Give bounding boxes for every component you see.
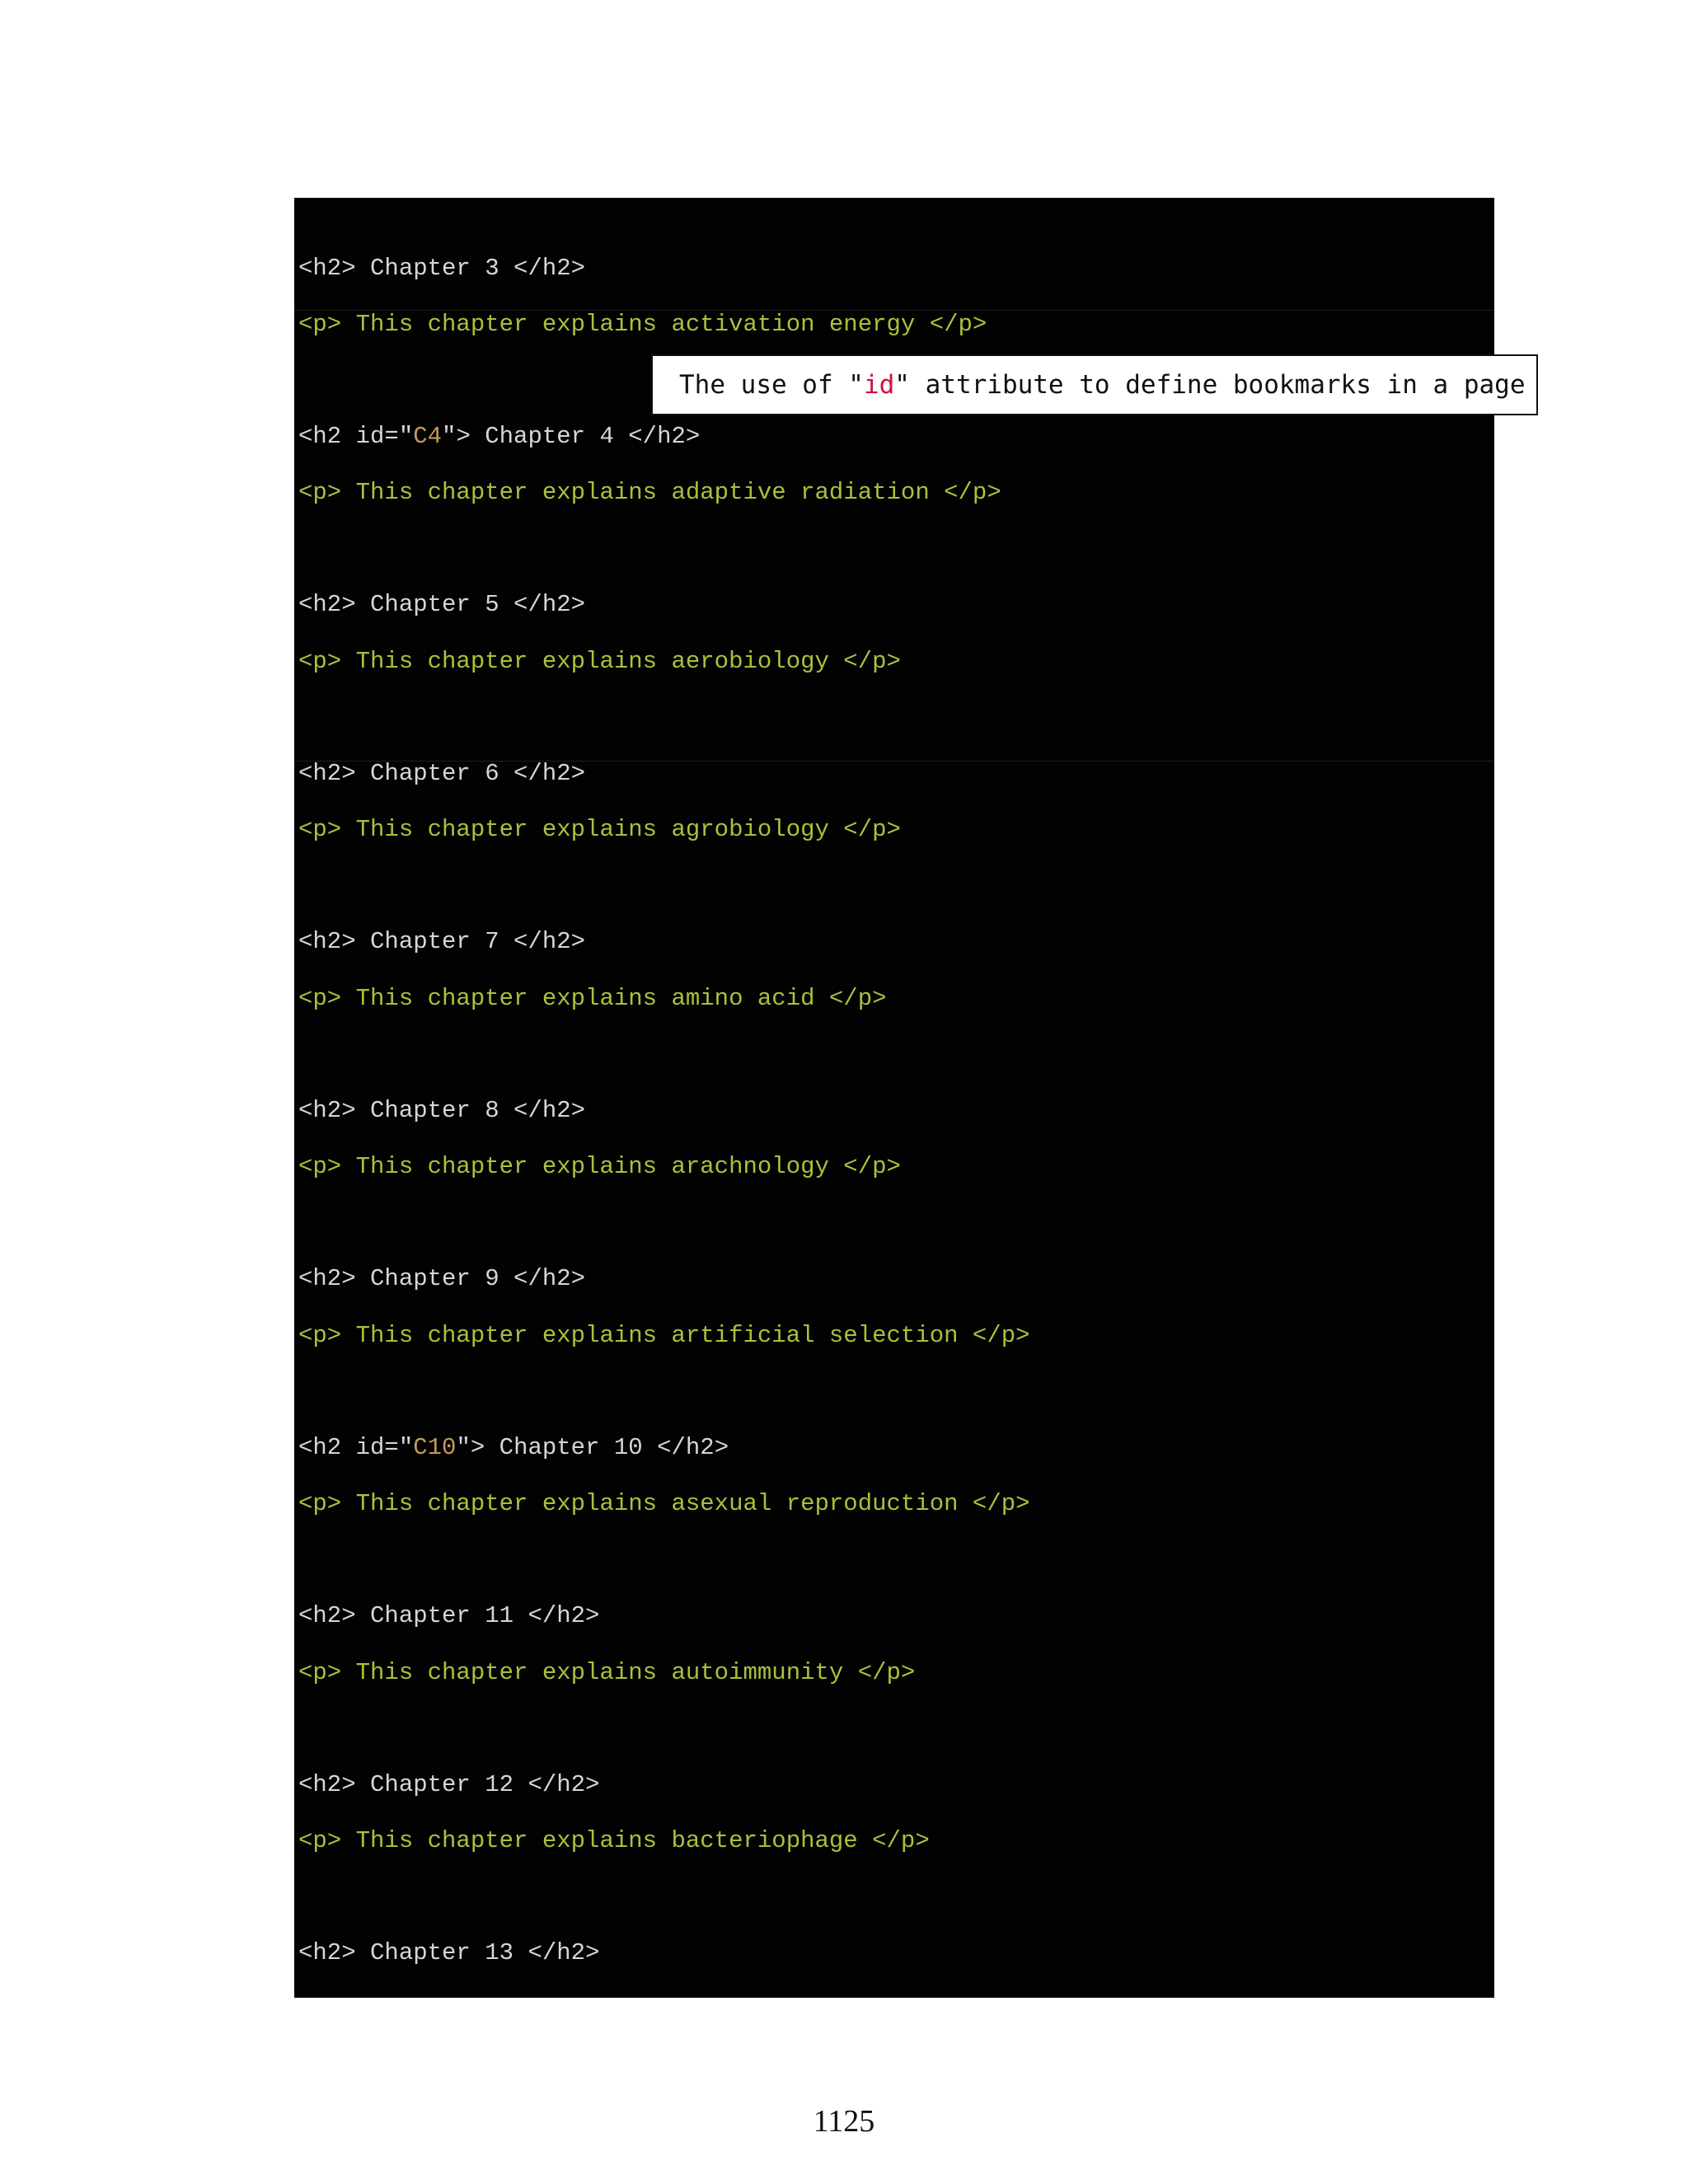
code-line-p: <p> This chapter explains artificial sel… xyxy=(298,1322,1030,1349)
callout-text: " attribute to define bookmarks in a pag… xyxy=(894,370,1526,400)
code-line-h2-with-id: <h2 id="C10"> Chapter 10 </h2> xyxy=(298,1432,729,1465)
code-line-p: <p> This chapter explains asexual reprod… xyxy=(298,1490,1030,1517)
code-fragment: <h2 id=" xyxy=(298,1434,414,1461)
callout-box: The use of "id" attribute to define book… xyxy=(651,354,1538,415)
code-panel: <h2> Chapter 3 </h2> <p> This chapter ex… xyxy=(294,198,1494,1998)
code-line-h2: <h2> Chapter 3 </h2> xyxy=(298,255,586,282)
id-attribute-value: C4 xyxy=(413,423,443,450)
code-line-h2: <h2> Chapter 13 </h2> xyxy=(298,1939,600,1966)
code-line-h2-with-id: <h2 id="C4"> Chapter 4 </h2> xyxy=(298,420,700,453)
code-fragment: <h2 id=" xyxy=(298,423,414,450)
callout-text: The use of " xyxy=(679,370,864,400)
callout-highlight: id xyxy=(863,370,895,400)
code-line-p: <p> This chapter explains autoimmunity <… xyxy=(298,1659,916,1686)
code-line-h2: <h2> Chapter 6 </h2> xyxy=(298,760,586,787)
code-line-p: <p> This chapter explains bacteriophage … xyxy=(298,1827,930,1854)
code-line-p: <p> This chapter explains adaptive radia… xyxy=(298,479,1001,506)
code-line-p: <p> This chapter explains activation ene… xyxy=(298,311,987,338)
code-line-h2: <h2> Chapter 12 </h2> xyxy=(298,1771,600,1798)
code-line-h2: <h2> Chapter 7 </h2> xyxy=(298,928,586,955)
code-line-p: <p> This chapter explains amino acid </p… xyxy=(298,985,887,1012)
id-attribute-value: C10 xyxy=(413,1434,457,1461)
code-line-p: <p> This chapter explains aerobiology </… xyxy=(298,648,901,675)
code-line-h2: <h2> Chapter 9 </h2> xyxy=(298,1265,586,1292)
code-line-p: <p> This chapter explains agrobiology </… xyxy=(298,816,901,843)
code-line-h2: <h2> Chapter 8 </h2> xyxy=(298,1097,586,1124)
code-fragment: "> Chapter 4 </h2> xyxy=(442,423,701,450)
code-fragment: "> Chapter 10 </h2> xyxy=(456,1434,729,1461)
code-line-p: <p> This chapter explains arachnology </… xyxy=(298,1153,901,1180)
code-line-h2: <h2> Chapter 5 </h2> xyxy=(298,591,586,618)
page-number: 1125 xyxy=(813,2104,875,2139)
code-line-h2: <h2> Chapter 11 </h2> xyxy=(298,1602,600,1629)
